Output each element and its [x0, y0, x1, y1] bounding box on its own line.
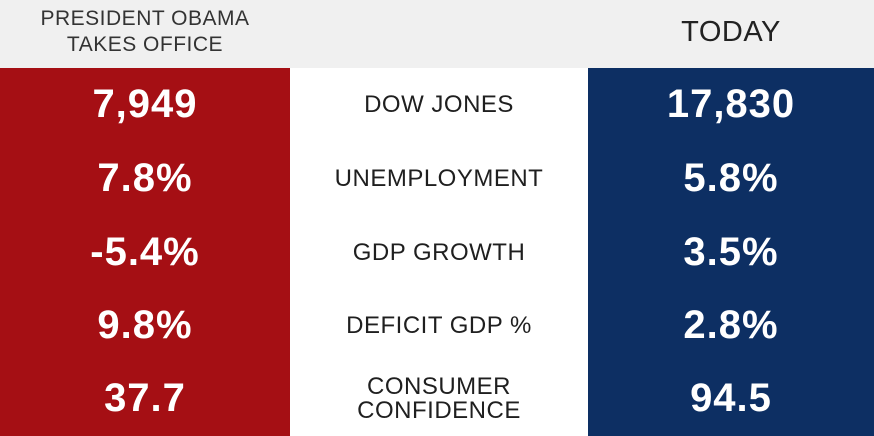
row-unemployment-today: 5.8%	[588, 142, 874, 215]
row-deficit-label: DEFICIT GDP %	[290, 289, 588, 362]
row-dow-jones-today: 17,830	[588, 68, 874, 141]
row-gdp-growth-label: GDP GROWTH	[290, 216, 588, 289]
row-deficit-before: 9.8%	[0, 289, 290, 362]
header-bar: PRESIDENT OBAMA TAKES OFFICE TODAY	[0, 0, 874, 68]
row-consumer-confidence-today: 94.5	[588, 362, 874, 435]
unemployment-today-value: 5.8%	[683, 156, 779, 200]
consumer-confidence-before-value: 37.7	[104, 376, 186, 420]
deficit-today-value: 2.8%	[683, 303, 779, 347]
consumer-confidence-label-line1: CONSUMER	[366, 372, 511, 400]
dow-jones-today-value: 17,830	[666, 82, 796, 126]
consumer-confidence-label: CONSUMER CONFIDENCE	[357, 372, 521, 424]
row-unemployment-before: 7.8%	[0, 142, 290, 215]
gdp-growth-label: GDP GROWTH	[352, 238, 526, 266]
dow-jones-before-value: 7,949	[92, 82, 198, 126]
header-today: TODAY	[681, 16, 781, 48]
consumer-confidence-label-line2: CONFIDENCE	[357, 396, 521, 424]
consumer-confidence-today-value: 94.5	[690, 376, 772, 420]
row-unemployment-label: UNEMPLOYMENT	[290, 142, 588, 215]
row-gdp-growth-before: -5.4%	[0, 216, 290, 289]
row-consumer-confidence-before: 37.7	[0, 362, 290, 435]
row-dow-jones-label: DOW JONES	[290, 68, 588, 141]
dow-jones-label: DOW JONES	[364, 90, 514, 118]
deficit-gdp-label: DEFICIT GDP %	[346, 311, 532, 339]
row-consumer-confidence-label: CONSUMER CONFIDENCE	[290, 362, 588, 435]
unemployment-before-value: 7.8%	[97, 156, 193, 200]
gdp-growth-before-value: -5.4%	[90, 230, 200, 274]
row-gdp-growth-today: 3.5%	[588, 216, 874, 289]
deficit-before-value: 9.8%	[97, 303, 193, 347]
column-metric-labels: DOW JONES UNEMPLOYMENT GDP GROWTH DEFICI…	[290, 68, 588, 436]
row-dow-jones-before: 7,949	[0, 68, 290, 141]
header-left-line1: PRESIDENT OBAMA	[40, 7, 250, 30]
gdp-growth-today-value: 3.5%	[683, 230, 779, 274]
comparison-graphic: PRESIDENT OBAMA TAKES OFFICE TODAY 7,949…	[0, 0, 874, 436]
header-left-line2: TAKES OFFICE	[66, 33, 224, 56]
column-obama-takes-office: 7,949 7.8% -5.4% 9.8% 37.7	[0, 68, 290, 436]
row-deficit-today: 2.8%	[588, 289, 874, 362]
header-obama-takes-office: PRESIDENT OBAMA TAKES OFFICE	[0, 6, 290, 58]
unemployment-label: UNEMPLOYMENT	[334, 164, 544, 192]
column-today: 17,830 5.8% 3.5% 2.8% 94.5	[588, 68, 874, 436]
